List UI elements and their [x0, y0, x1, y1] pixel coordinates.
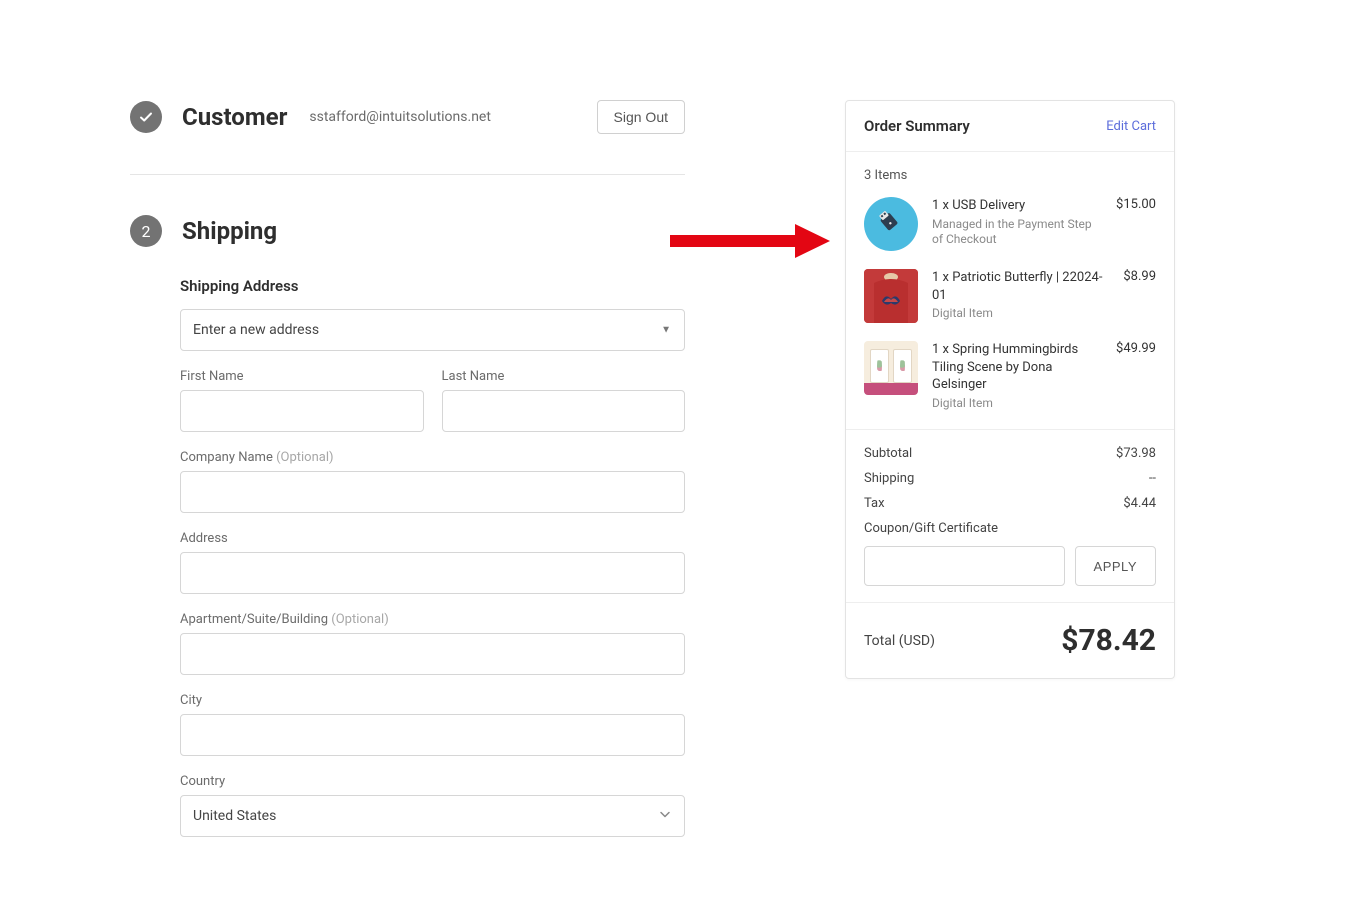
tax-value: $4.44: [1123, 496, 1156, 511]
customer-step: Customer sstafford@intuitsolutions.net S…: [130, 100, 685, 175]
item-sub: Digital Item: [932, 396, 1102, 412]
shipping-total-value: --: [1149, 471, 1156, 486]
cart-item: 1 x USB Delivery Managed in the Payment …: [864, 197, 1156, 251]
order-summary: Order Summary Edit Cart 3 Items: [845, 100, 1175, 679]
subtotal-label: Subtotal: [864, 446, 912, 461]
grand-total-label: Total (USD): [864, 633, 935, 649]
annotation-arrow-icon: [670, 222, 830, 260]
item-thumb-usb: [864, 197, 918, 251]
order-summary-title: Order Summary: [864, 117, 970, 135]
item-price: $8.99: [1123, 269, 1156, 323]
shipping-address-heading: Shipping Address: [180, 277, 685, 295]
country-select-value: United States: [193, 808, 276, 824]
coupon-label: Coupon/Gift Certificate: [864, 521, 1156, 536]
cart-item: 1 x Patriotic Butterfly | 22024-01 Digit…: [864, 269, 1156, 323]
last-name-input[interactable]: [442, 390, 686, 432]
edit-cart-link[interactable]: Edit Cart: [1106, 119, 1156, 134]
item-name: 1 x Spring Hummingbirds Tiling Scene by …: [932, 341, 1102, 394]
shipping-step-header: 2 Shipping: [130, 215, 685, 247]
company-label: Company Name (Optional): [180, 450, 685, 465]
item-sub: Managed in the Payment Step of Checkout: [932, 217, 1102, 248]
item-thumb-tiles: [864, 341, 918, 395]
shipping-total-label: Shipping: [864, 471, 914, 486]
apply-coupon-button[interactable]: APPLY: [1075, 546, 1156, 586]
customer-email: sstafford@intuitsolutions.net: [309, 109, 576, 125]
item-name: 1 x Patriotic Butterfly | 22024-01: [932, 269, 1109, 304]
address-label: Address: [180, 531, 685, 546]
step-number-badge: 2: [130, 215, 162, 247]
sign-out-button[interactable]: Sign Out: [597, 100, 685, 134]
first-name-input[interactable]: [180, 390, 424, 432]
usb-icon: [875, 208, 907, 240]
last-name-label: Last Name: [442, 369, 686, 384]
address-input[interactable]: [180, 552, 685, 594]
cart-item: 1 x Spring Hummingbirds Tiling Scene by …: [864, 341, 1156, 411]
address-select-value: Enter a new address: [193, 322, 319, 338]
items-count: 3 Items: [864, 168, 1156, 183]
item-price: $49.99: [1116, 341, 1156, 411]
item-name: 1 x USB Delivery: [932, 197, 1102, 215]
customer-title: Customer: [182, 103, 287, 131]
coupon-input[interactable]: [864, 546, 1065, 586]
step-complete-icon: [130, 101, 162, 133]
grand-total-value: $78.42: [1061, 623, 1156, 658]
country-label: Country: [180, 774, 685, 789]
subtotal-value: $73.98: [1116, 446, 1156, 461]
apt-label: Apartment/Suite/Building (Optional): [180, 612, 685, 627]
city-input[interactable]: [180, 714, 685, 756]
address-select[interactable]: Enter a new address: [180, 309, 685, 351]
item-sub: Digital Item: [932, 306, 1109, 322]
country-select[interactable]: United States: [180, 795, 685, 837]
city-label: City: [180, 693, 685, 708]
apt-input[interactable]: [180, 633, 685, 675]
company-input[interactable]: [180, 471, 685, 513]
item-thumb-shirt: [864, 269, 918, 323]
tax-label: Tax: [864, 496, 885, 511]
first-name-label: First Name: [180, 369, 424, 384]
item-price: $15.00: [1116, 197, 1156, 251]
shipping-title: Shipping: [182, 217, 277, 245]
